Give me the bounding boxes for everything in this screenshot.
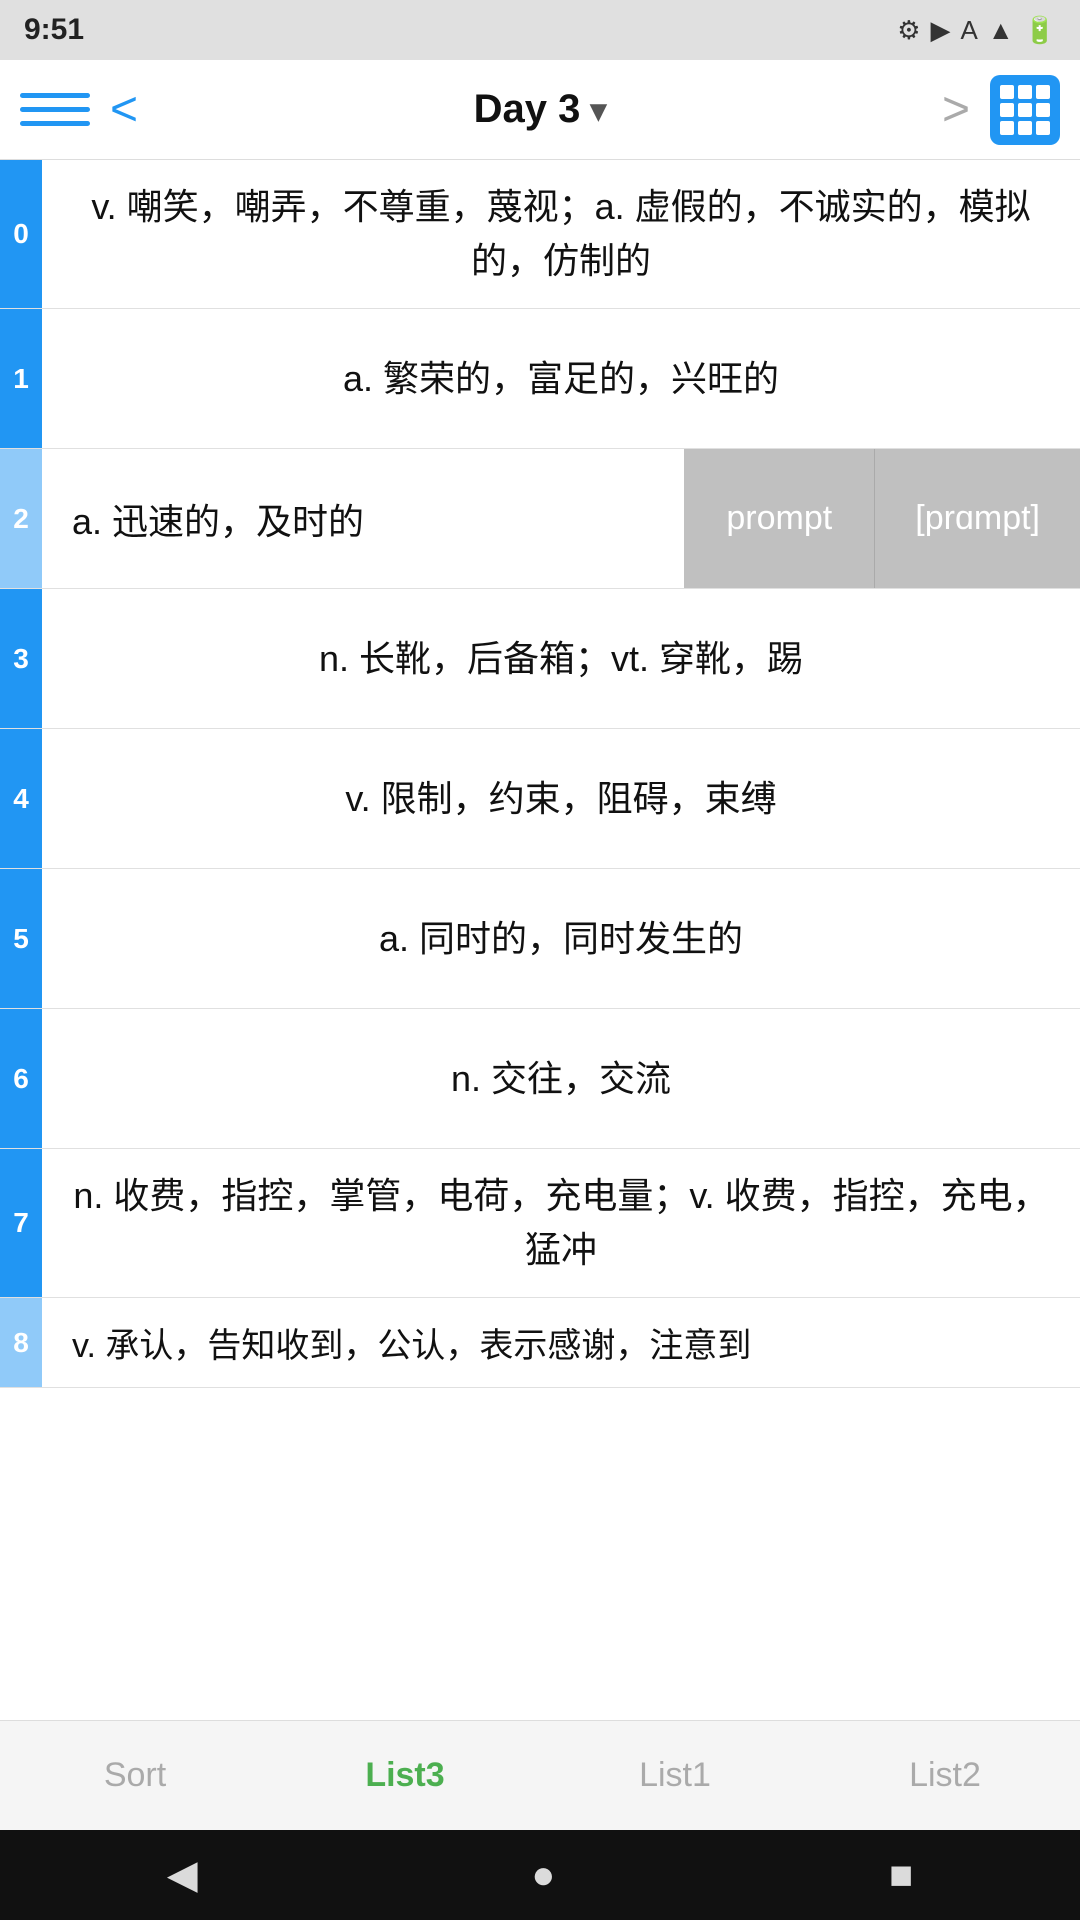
settings-icon: ⚙ [897,15,920,46]
word-popup[interactable]: prompt [prɑmpt] [684,449,1080,588]
word-index: 4 [0,729,42,868]
tab-bar: Sort List3 List1 List2 [0,1720,1080,1830]
tab-list1[interactable]: List1 [540,1721,810,1830]
android-nav-bar: ◀ ● ■ [0,1830,1080,1920]
battery-icon: 🔋 [1024,15,1056,46]
popup-word[interactable]: prompt [684,449,874,588]
android-home-button[interactable]: ● [531,1853,555,1898]
word-definition: a. 同时的，同时发生的 [42,869,1080,1008]
grid-view-button[interactable] [990,75,1060,145]
status-icons: ⚙ ▶ A ▲ 🔋 [897,15,1056,46]
word-row[interactable]: 0 v. 嘲笑，嘲弄，不尊重，蔑视；a. 虚假的，不诚实的，模拟的，仿制的 [0,160,1080,309]
nav-bar: < Day 3 ▾ > [0,60,1080,160]
android-back-button[interactable]: ◀ [167,1852,198,1898]
word-row[interactable]: 7 n. 收费，指控，掌管，电荷，充电量；v. 收费，指控，充电，猛冲 [0,1149,1080,1298]
status-time: 9:51 [24,13,84,47]
tab-list3[interactable]: List3 [270,1721,540,1830]
word-index: 0 [0,160,42,308]
word-row-with-popup[interactable]: 2 a. 迅速的，及时的 prompt [prɑmpt] [0,449,1080,589]
word-index: 7 [0,1149,42,1297]
word-row[interactable]: 6 n. 交往，交流 [0,1009,1080,1149]
word-index: 6 [0,1009,42,1148]
chevron-down-icon: ▾ [590,91,606,129]
word-definition: n. 收费，指控，掌管，电荷，充电量；v. 收费，指控，充电，猛冲 [42,1149,1080,1297]
signal-icon: ▲ [988,15,1014,46]
word-definition: v. 嘲笑，嘲弄，不尊重，蔑视；a. 虚假的，不诚实的，模拟的，仿制的 [42,160,1080,308]
nav-title[interactable]: Day 3 ▾ [158,87,922,132]
word-list: 0 v. 嘲笑，嘲弄，不尊重，蔑视；a. 虚假的，不诚实的，模拟的，仿制的 1 … [0,160,1080,1720]
word-row[interactable]: 4 v. 限制，约束，阻碍，束缚 [0,729,1080,869]
android-recent-button[interactable]: ■ [889,1853,913,1898]
word-definition: n. 交往，交流 [42,1009,1080,1148]
forward-button[interactable]: > [922,86,990,134]
status-bar: 9:51 ⚙ ▶ A ▲ 🔋 [0,0,1080,60]
font-icon: A [961,15,978,46]
word-index: 3 [0,589,42,728]
play-icon: ▶ [931,15,951,46]
back-button[interactable]: < [90,86,158,134]
word-row-partial[interactable]: 8 v. 承认，告知收到，公认，表示感谢，注意到 [0,1298,1080,1388]
word-definition: v. 限制，约束，阻碍，束缚 [42,729,1080,868]
word-row[interactable]: 3 n. 长靴，后备箱；vt. 穿靴，踢 [0,589,1080,729]
word-row[interactable]: 5 a. 同时的，同时发生的 [0,869,1080,1009]
day-label: Day 3 [474,87,581,132]
popup-phonetic[interactable]: [prɑmpt] [874,449,1080,588]
word-definition: a. 繁荣的，富足的，兴旺的 [42,309,1080,448]
word-index: 8 [0,1298,42,1387]
word-index: 5 [0,869,42,1008]
word-definition-partial: a. 迅速的，及时的 [42,449,684,588]
word-row[interactable]: 1 a. 繁荣的，富足的，兴旺的 [0,309,1080,449]
word-index: 2 [0,449,42,588]
grid-icon [1000,85,1050,135]
tab-sort[interactable]: Sort [0,1721,270,1830]
word-index: 1 [0,309,42,448]
word-definition: v. 承认，告知收到，公认，表示感谢，注意到 [42,1298,1080,1387]
menu-button[interactable] [20,93,90,126]
word-definition: n. 长靴，后备箱；vt. 穿靴，踢 [42,589,1080,728]
tab-list2[interactable]: List2 [810,1721,1080,1830]
